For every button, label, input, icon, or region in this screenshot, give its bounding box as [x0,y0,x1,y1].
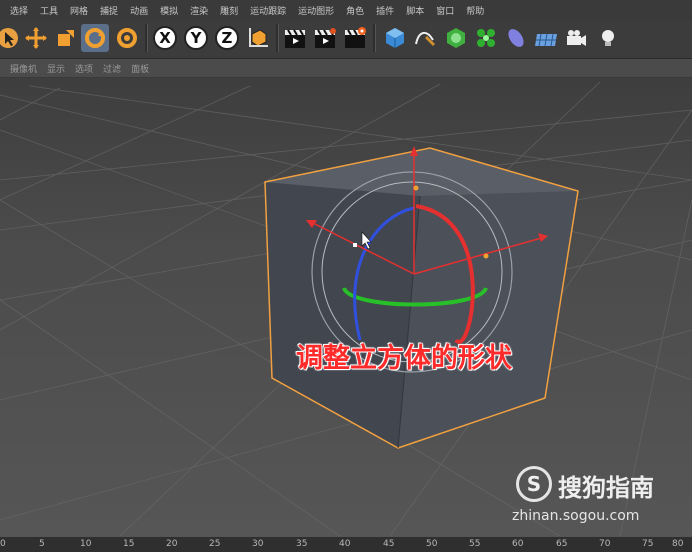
menu-bar: 选择 工具 网格 捕捉 动画 模拟 渲染 雕刻 运动跟踪 运动图形 角色 插件 … [0,0,692,21]
timeline-ruler[interactable]: 0 5 10 15 20 25 30 35 40 45 50 55 60 65 … [0,536,692,552]
scale-icon [58,30,74,46]
cloner-icon [477,29,495,47]
view-menu-options[interactable]: 选项 [75,62,93,75]
rotate-icon [85,28,105,48]
coordinate-system-icon [249,28,268,47]
view-menu-panel[interactable]: 面板 [131,62,149,75]
scale-tool-button[interactable] [52,24,80,52]
cube-object-button[interactable] [381,24,409,52]
timeline-tick: 50 [426,539,438,549]
cube-icon [386,28,404,48]
timeline-tick: 65 [556,539,568,549]
timeline-tick: 55 [469,539,481,549]
recent-tool-button[interactable] [113,24,141,52]
timeline-tick: 60 [512,539,524,549]
menu-select[interactable]: 选择 [10,4,28,17]
axis-z-lock-button[interactable]: Z [213,24,241,52]
deformer-icon [508,29,524,47]
toolbar-separator [276,24,279,52]
watermark-url: zhinan.sogou.com [512,508,640,524]
render-to-picture-viewer-button[interactable] [311,24,339,52]
subdivision-surface-icon [447,28,465,48]
subdivision-surface-button[interactable] [442,24,470,52]
toolbar-separator [145,24,148,52]
deformer-button[interactable] [502,24,530,52]
axis-x-label: X [159,29,171,47]
timeline-tick: 75 [642,539,654,549]
view-menu-filter[interactable]: 过滤 [103,62,121,75]
menu-sculpt[interactable]: 雕刻 [220,4,238,17]
axis-x-lock-button[interactable]: X [151,24,179,52]
rotate-tool-button[interactable] [81,24,109,52]
render-view-button[interactable] [281,24,309,52]
clapperboard-play-icon [315,28,336,48]
spline-pen-button[interactable] [411,24,439,52]
menu-mesh[interactable]: 网格 [70,4,88,17]
menu-render[interactable]: 渲染 [190,4,208,17]
timeline-tick: 5 [39,539,45,549]
light-bulb-icon [602,30,614,46]
arrow-pointer-icon [0,28,18,48]
camera-object-button[interactable] [562,24,590,52]
timeline-tick: 25 [209,539,221,549]
menu-motion-tracking[interactable]: 运动跟踪 [250,4,286,17]
main-toolbar: X Y Z [0,20,692,59]
toolbar-separator [373,24,376,52]
clapperboard-gear-icon [345,27,366,48]
menu-character[interactable]: 角色 [346,4,364,17]
light-object-button[interactable] [594,24,622,52]
timeline-tick: 45 [383,539,395,549]
cycle-icon [117,28,137,48]
axis-y-label: Y [190,29,202,47]
spline-pen-icon [415,32,435,46]
cloner-button[interactable] [472,24,500,52]
watermark-brand: 搜狗指南 [558,474,654,502]
menu-animate[interactable]: 动画 [130,4,148,17]
camera-icon [567,30,586,46]
timeline-tick: 80 [672,539,684,549]
view-menu-cameras[interactable]: 摄像机 [10,62,37,75]
menu-help[interactable]: 帮助 [466,4,484,17]
axis-z-label: Z [221,29,233,47]
timeline-tick: 70 [599,539,611,549]
move-tool-button[interactable] [22,24,50,52]
selection-tool-button[interactable] [0,24,22,52]
coordinate-system-button[interactable] [244,24,272,52]
menu-mograph[interactable]: 运动图形 [298,4,334,17]
timeline-tick: 15 [123,539,135,549]
floor-grid-icon [535,33,557,47]
menu-simulate[interactable]: 模拟 [160,4,178,17]
floor-object-button[interactable] [532,24,560,52]
move-arrows-icon [25,27,47,49]
menu-script[interactable]: 脚本 [406,4,424,17]
menu-window[interactable]: 窗口 [436,4,454,17]
timeline-tick: 35 [296,539,308,549]
sogou-logo-icon: S [516,466,552,502]
view-menu-display[interactable]: 显示 [47,62,65,75]
timeline-tick: 20 [166,539,178,549]
timeline-tick: 0 [0,539,6,549]
menu-snap[interactable]: 捕捉 [100,4,118,17]
render-settings-button[interactable] [341,24,369,52]
timeline-tick: 30 [252,539,264,549]
menu-plugins[interactable]: 插件 [376,4,394,17]
timeline-tick: 40 [339,539,351,549]
axis-y-lock-button[interactable]: Y [182,24,210,52]
menu-tools[interactable]: 工具 [40,4,58,17]
timeline-tick: 10 [80,539,92,549]
tutorial-caption: 调整立方体的形状 [296,343,513,375]
viewport-menu-bar: 摄像机 显示 选项 过滤 面板 [0,59,692,78]
clapperboard-icon [285,29,305,48]
